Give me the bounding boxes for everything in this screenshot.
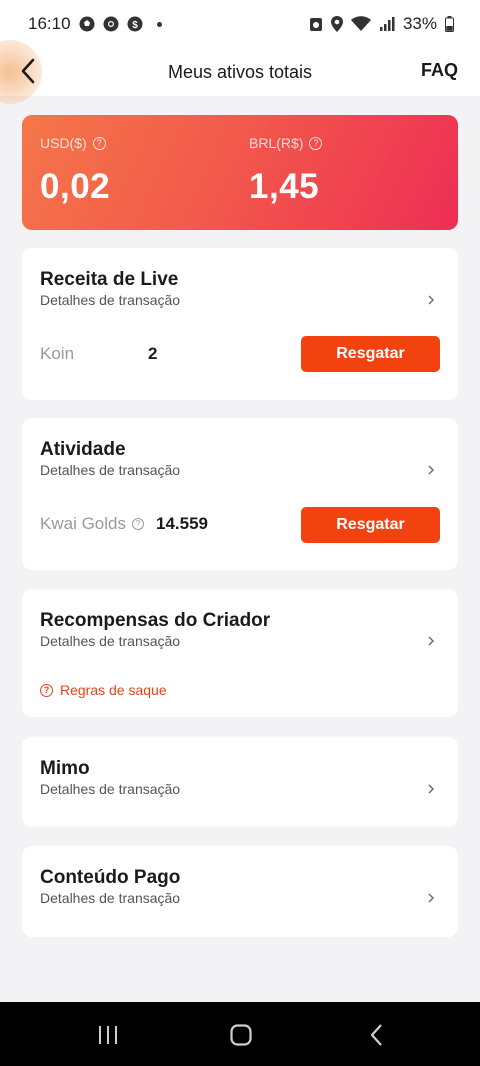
- koin-label-text: Koin: [40, 344, 75, 363]
- system-back-icon: [370, 1024, 382, 1046]
- back-button[interactable]: [0, 40, 48, 104]
- kwai-golds-label-text: Kwai Golds: [40, 514, 126, 533]
- wifi-icon: [350, 16, 371, 31]
- redeem-koin-button[interactable]: Resgatar: [301, 336, 440, 372]
- redeem-kwai-golds-button[interactable]: Resgatar: [301, 507, 440, 543]
- chevron-right-icon[interactable]: [426, 892, 436, 904]
- home-button[interactable]: [221, 1020, 261, 1050]
- brl-label: BRL(R$): [249, 135, 304, 151]
- soccer-icon: [79, 16, 95, 32]
- card-title: Conteúdo Pago: [40, 867, 181, 888]
- battery-percent: 33%: [402, 14, 437, 33]
- signal-icon: [379, 17, 395, 31]
- koin-label: Koin: [40, 344, 74, 364]
- help-icon[interactable]: ?: [92, 136, 106, 150]
- dollar-icon: $: [127, 16, 143, 32]
- kwai-golds-label: Kwai Golds ?: [40, 514, 144, 534]
- withdrawal-rules-link[interactable]: ? Regras de saque: [40, 682, 167, 698]
- chrome-icon: [103, 16, 119, 32]
- card-title: Atividade: [40, 439, 126, 460]
- brl-balance: BRL(R$) ? 1,45: [249, 135, 323, 207]
- chevron-right-icon[interactable]: [426, 635, 436, 647]
- koin-value: 2: [148, 344, 158, 363]
- status-bar: 16:10 $ 33%: [0, 0, 480, 48]
- activity-card: Atividade Detalhes de transação Kwai Gol…: [22, 418, 458, 570]
- mimo-card[interactable]: Mimo Detalhes de transação: [22, 737, 458, 827]
- transaction-details-link[interactable]: Detalhes de transação: [40, 462, 180, 478]
- usd-value: 0,02: [40, 167, 111, 206]
- chevron-right-icon[interactable]: [426, 464, 436, 476]
- creator-rewards-card: Recompensas do Criador Detalhes de trans…: [22, 589, 458, 717]
- transaction-details-link[interactable]: Detalhes de transação: [40, 890, 180, 906]
- card-title: Recompensas do Criador: [40, 610, 271, 631]
- usd-label-row: USD($) ?: [40, 135, 110, 151]
- notification-dot: [156, 21, 162, 27]
- withdrawal-rules-text: Regras de saque: [60, 682, 167, 698]
- balance-card: USD($) ? 0,02 BRL(R$) ? 1,45: [22, 115, 458, 230]
- transaction-details-link[interactable]: Detalhes de transação: [40, 781, 180, 797]
- page-title: Meus ativos totais: [167, 61, 313, 82]
- app-header: Meus ativos totais FAQ: [0, 40, 480, 104]
- usd-balance: USD($) ? 0,02: [40, 135, 110, 207]
- card-title: Mimo: [40, 758, 90, 779]
- transaction-details-link[interactable]: Detalhes de transação: [40, 292, 180, 308]
- chevron-right-icon[interactable]: [426, 783, 436, 795]
- help-icon: ?: [40, 683, 53, 697]
- paid-content-card[interactable]: Conteúdo Pago Detalhes de transação: [22, 846, 458, 937]
- help-icon[interactable]: ?: [131, 518, 144, 530]
- recent-apps-button[interactable]: [88, 1020, 128, 1050]
- status-time: 16:10: [28, 14, 71, 33]
- status-left: 16:10 $: [28, 14, 162, 34]
- home-icon: [230, 1024, 252, 1046]
- card-title: Receita de Live: [40, 269, 179, 290]
- faq-button[interactable]: FAQ: [421, 60, 458, 81]
- help-icon[interactable]: ?: [309, 136, 323, 150]
- system-nav-bar: [0, 1002, 480, 1066]
- brl-label-row: BRL(R$) ?: [249, 135, 323, 151]
- recent-apps-icon: [99, 1026, 117, 1044]
- chevron-right-icon[interactable]: [426, 294, 436, 306]
- brl-value: 1,45: [249, 167, 320, 206]
- transaction-details-link[interactable]: Detalhes de transação: [40, 633, 180, 649]
- usd-label: USD($): [40, 135, 87, 151]
- back-arrow-icon: [21, 58, 35, 84]
- alarm-icon: [309, 18, 322, 31]
- kwai-golds-value: 14.559: [156, 514, 208, 533]
- battery-icon: [445, 16, 454, 32]
- svg-text:$: $: [132, 20, 138, 31]
- live-revenue-card: Receita de Live Detalhes de transação Ko…: [22, 248, 458, 400]
- status-right: 33%: [309, 14, 454, 34]
- system-back-button[interactable]: [357, 1020, 397, 1050]
- location-icon: [330, 16, 343, 32]
